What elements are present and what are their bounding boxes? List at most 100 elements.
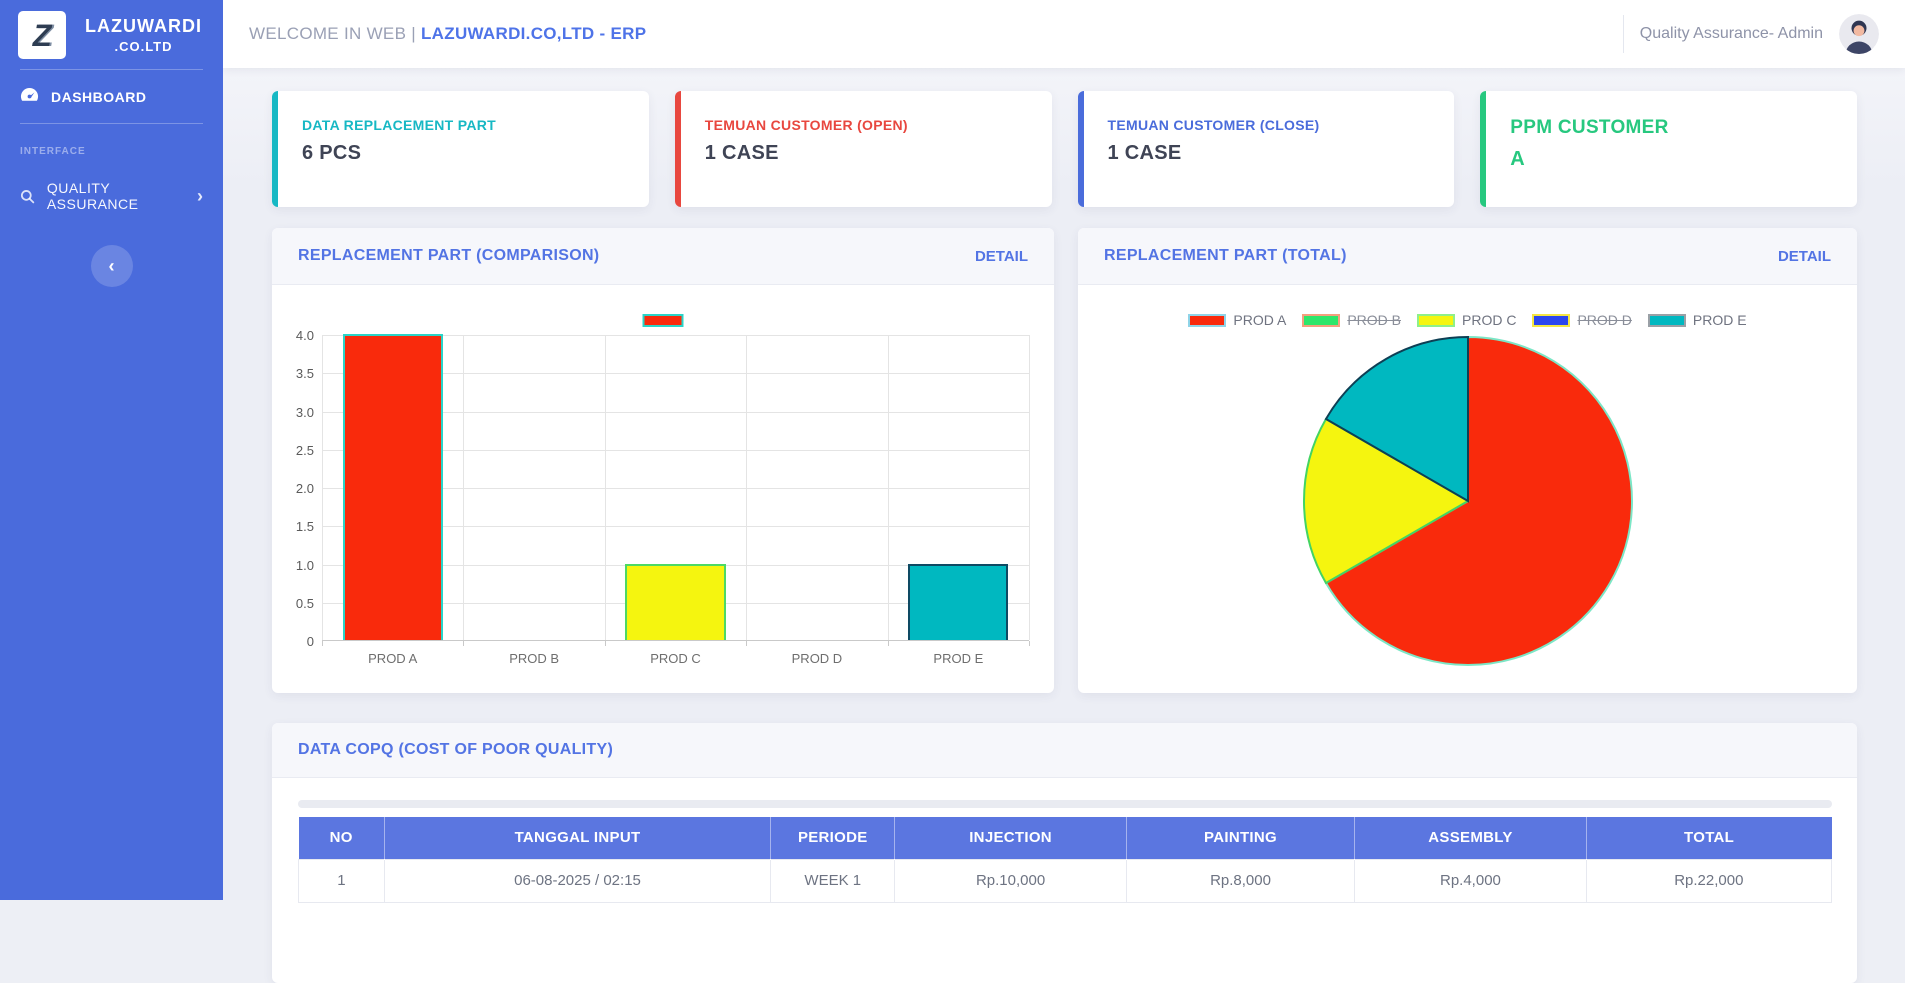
legend-item-prod-b[interactable]: PROD B [1302,312,1401,328]
table-cell: 06-08-2025 / 02:15 [384,859,770,902]
user-name: Quality Assurance- Admin [1640,25,1823,43]
copq-panel: DATA COPQ (COST OF POOR QUALITY) NOTANGG… [272,723,1857,983]
column-header: NO [299,817,385,859]
legend-item-prod-e[interactable]: PROD E [1648,312,1747,328]
chevron-left-icon: ‹ [109,256,115,277]
x-axis-category-label: PROD E [888,651,1029,666]
top-header: WELCOME IN WEB | LAZUWARDI.CO,LTD - ERP … [223,0,1905,68]
table-header-row: NOTANGGAL INPUTPERIODEINJECTIONPAINTINGA… [299,817,1832,859]
brand-name: LAZUWARDI [78,16,209,37]
gridline [605,335,606,640]
table-row: 106-08-2025 / 02:15WEEK 1Rp.10,000Rp.8,0… [299,859,1832,902]
sidebar-collapse-button[interactable]: ‹ [91,245,133,287]
gridline [746,335,747,640]
welcome-text: WELCOME IN WEB | LAZUWARDI.CO,LTD - ERP [249,24,646,44]
legend-item-prod-c[interactable]: PROD C [1417,312,1516,328]
brand[interactable]: Z LAZUWARDI .CO.LTD [0,0,223,69]
main-content: DATA REPLACEMENT PART6 PCSTEMUAN CUSTOME… [223,68,1905,900]
brand-suffix: .CO.LTD [78,39,209,54]
table-cell: Rp.10,000 [895,859,1126,902]
replacement-total-panel: REPLACEMENT PART (TOTAL) DETAIL PROD A PR… [1078,228,1857,693]
app-title: LAZUWARDI.CO,LTD - ERP [421,24,646,43]
legend-item-prod-d[interactable]: PROD D [1532,312,1631,328]
axis-tick [605,641,606,646]
legend-marker [1302,314,1340,327]
table-scrollbar-track[interactable] [298,800,1832,808]
stat-card-title: TEMUAN CUSTOMER (OPEN) [705,117,1028,133]
sidebar-item-dashboard[interactable]: DASHBOARD [0,70,223,123]
gridline [1029,335,1030,640]
table-cell: Rp.4,000 [1355,859,1586,902]
table-cell: 1 [299,859,385,902]
y-axis-tick-label: 0 [272,634,314,649]
pie-chart-graphic [1301,334,1635,668]
bar-prod-e [908,564,1008,641]
legend-label: PROD A [1233,312,1286,328]
y-axis-tick-label: 1.0 [272,558,314,573]
legend-label: PROD C [1462,312,1516,328]
legend-marker [1188,314,1226,327]
stat-card-title: DATA REPLACEMENT PART [302,117,625,133]
user-avatar[interactable] [1839,14,1879,54]
column-header: PERIODE [771,817,895,859]
welcome-separator: | [411,24,416,43]
bar-chart-legend-marker[interactable] [643,314,684,327]
legend-label: PROD D [1577,312,1631,328]
stat-card[interactable]: TEMUAN CUSTOMER (CLOSE) 1 CASE [1078,91,1455,207]
stat-card[interactable]: TEMUAN CUSTOMER (OPEN) 1 CASE [675,91,1052,207]
axis-tick [463,641,464,646]
legend-label: PROD E [1693,312,1747,328]
stat-card-title: TEMUAN CUSTOMER (CLOSE) [1108,117,1431,133]
sidebar-item-label: DASHBOARD [51,89,147,105]
bar-chart-plot-area [322,335,1029,641]
y-axis-tick-label: 1.5 [272,519,314,534]
bar-prod-a [343,334,443,640]
y-axis-tick-label: 2.0 [272,481,314,496]
table-cell: Rp.8,000 [1126,859,1354,902]
column-header: TANGGAL INPUT [384,817,770,859]
column-header: PAINTING [1126,817,1354,859]
axis-tick [888,641,889,646]
column-header: INJECTION [895,817,1126,859]
stat-card-value: A [1510,148,1833,171]
copq-table: NOTANGGAL INPUTPERIODEINJECTIONPAINTINGA… [298,817,1832,903]
y-axis-tick-label: 3.0 [272,405,314,420]
stat-card-value: 1 CASE [705,142,1028,165]
company-logo: Z [18,11,66,59]
x-axis-category-label: PROD A [322,651,463,666]
x-axis-category-label: PROD C [605,651,746,666]
comparison-detail-link[interactable]: DETAIL [975,248,1028,265]
legend-item-prod-a[interactable]: PROD A [1188,312,1286,328]
axis-tick [322,641,323,646]
bar-chart-x-labels: PROD APROD BPROD CPROD DPROD E [322,651,1029,666]
table-cell: Rp.22,000 [1586,859,1831,902]
legend-marker [1532,314,1570,327]
bar-chart: 4.03.53.02.52.01.51.00.50 PROD APROD BPR… [272,285,1054,693]
column-header: ASSEMBLY [1355,817,1586,859]
bar-prod-c [625,564,725,641]
total-detail-link[interactable]: DETAIL [1778,248,1831,265]
x-axis-category-label: PROD D [746,651,887,666]
legend-label: PROD B [1347,312,1401,328]
stat-card-value: 1 CASE [1108,142,1431,165]
search-icon [20,188,35,205]
sidebar-item-quality-assurance[interactable]: QUALITY ASSURANCE › [0,163,223,229]
sidebar: Z LAZUWARDI .CO.LTD DASHBOARD INTERFACE … [0,0,223,900]
gridline [463,335,464,640]
avatar-illustration [1839,14,1879,54]
stat-card[interactable]: DATA REPLACEMENT PART6 PCS [272,91,649,207]
y-axis-tick-label: 3.5 [272,366,314,381]
x-axis-category-label: PROD B [463,651,604,666]
column-header: TOTAL [1586,817,1831,859]
chevron-right-icon: › [197,186,203,207]
replacement-comparison-panel: REPLACEMENT PART (COMPARISON) DETAIL 4.0… [272,228,1054,693]
table-cell: WEEK 1 [771,859,895,902]
welcome-prefix: WELCOME IN WEB [249,24,406,43]
panel-title: DATA COPQ (COST OF POOR QUALITY) [298,741,613,759]
panel-title: REPLACEMENT PART (COMPARISON) [298,247,599,265]
gridline [322,335,323,640]
gridline [888,335,889,640]
stat-card[interactable]: PPM CUSTOMERA [1480,91,1857,207]
panel-title: REPLACEMENT PART (TOTAL) [1104,247,1347,265]
legend-marker [1648,314,1686,327]
